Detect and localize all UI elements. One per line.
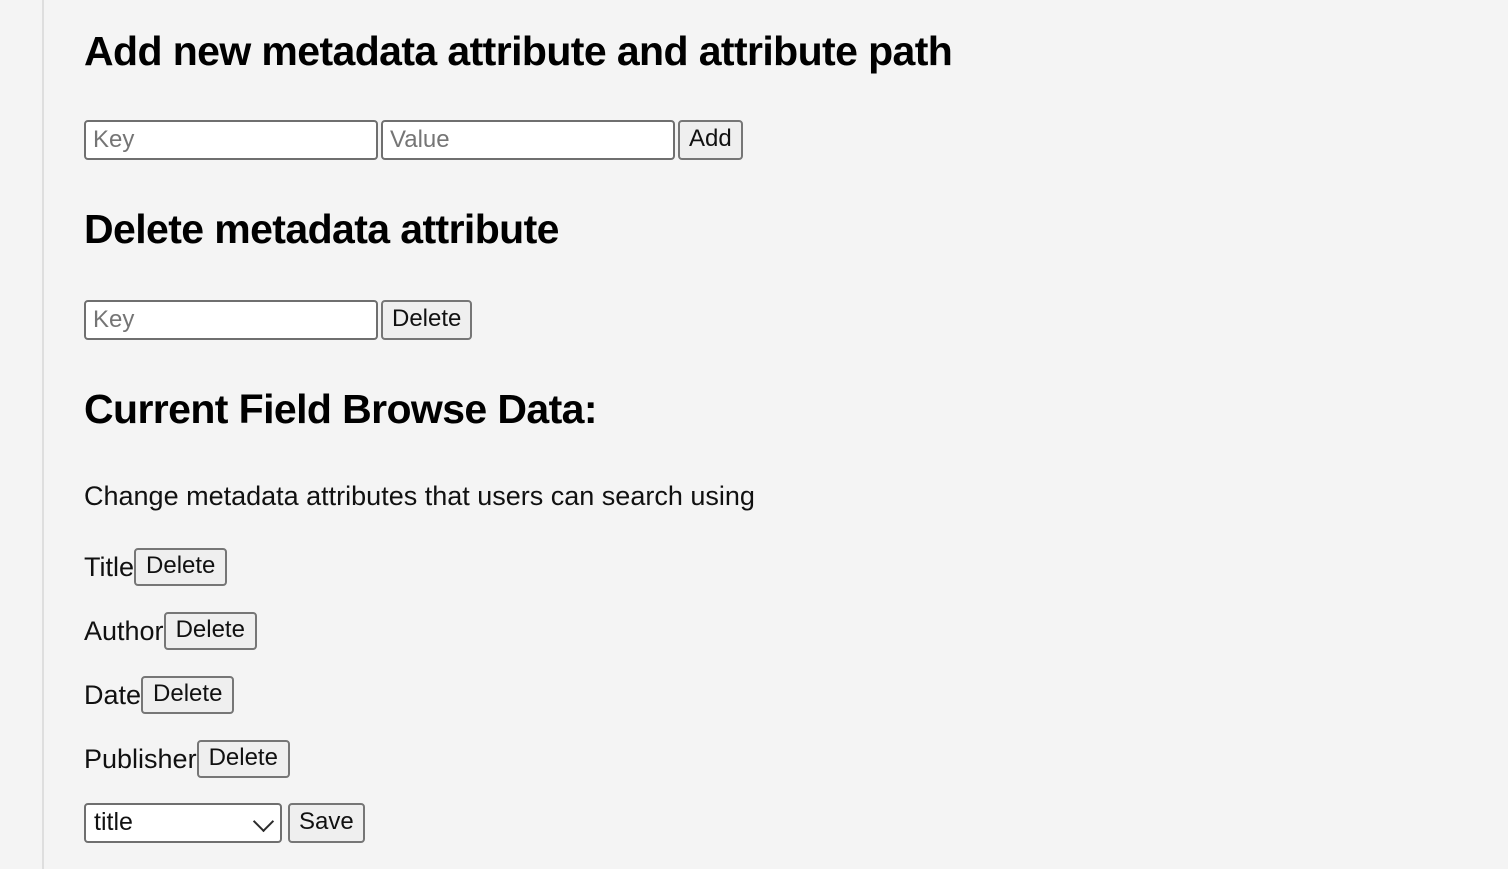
field-delete-button-publisher[interactable]: Delete: [196, 740, 290, 778]
field-label-title: Title: [84, 551, 135, 582]
field-delete-button-title[interactable]: Delete: [134, 548, 228, 586]
field-select-wrapper: title: [84, 803, 282, 843]
left-gutter: [0, 0, 42, 869]
list-item: Title Delete: [84, 545, 365, 589]
list-item: Date Delete: [84, 673, 365, 717]
field-label-date: Date: [84, 679, 142, 710]
main-content: Add new metadata attribute and attribute…: [44, 0, 1508, 869]
field-delete-button-author[interactable]: Delete: [163, 612, 257, 650]
field-save-row: title Save: [84, 803, 365, 843]
add-attribute-row: Add: [84, 120, 743, 160]
field-label-publisher: Publisher: [84, 743, 197, 774]
field-label-author: Author: [84, 615, 164, 646]
list-item: Author Delete: [84, 609, 365, 653]
list-item: Publisher Delete: [84, 737, 365, 781]
save-button[interactable]: Save: [288, 803, 365, 843]
add-button[interactable]: Add: [678, 120, 743, 160]
current-field-browse-heading: Current Field Browse Data:: [84, 386, 598, 432]
add-section-heading: Add new metadata attribute and attribute…: [84, 28, 953, 74]
current-field-description-wrap: Change metadata attributes that users ca…: [84, 480, 755, 512]
field-delete-button-date[interactable]: Delete: [141, 676, 235, 714]
add-key-input[interactable]: [84, 120, 378, 160]
current-field-description: Change metadata attributes that users ca…: [84, 481, 755, 511]
delete-button[interactable]: Delete: [381, 300, 473, 340]
delete-key-input[interactable]: [84, 300, 378, 340]
metadata-settings-page: Add new metadata attribute and attribute…: [0, 0, 1508, 869]
field-browse-list: Title Delete Author Delete Date Delete P…: [84, 545, 365, 843]
delete-section-heading: Delete metadata attribute: [84, 206, 559, 252]
add-value-input[interactable]: [381, 120, 675, 160]
field-select[interactable]: title: [84, 803, 282, 843]
delete-attribute-row: Delete: [84, 300, 473, 340]
